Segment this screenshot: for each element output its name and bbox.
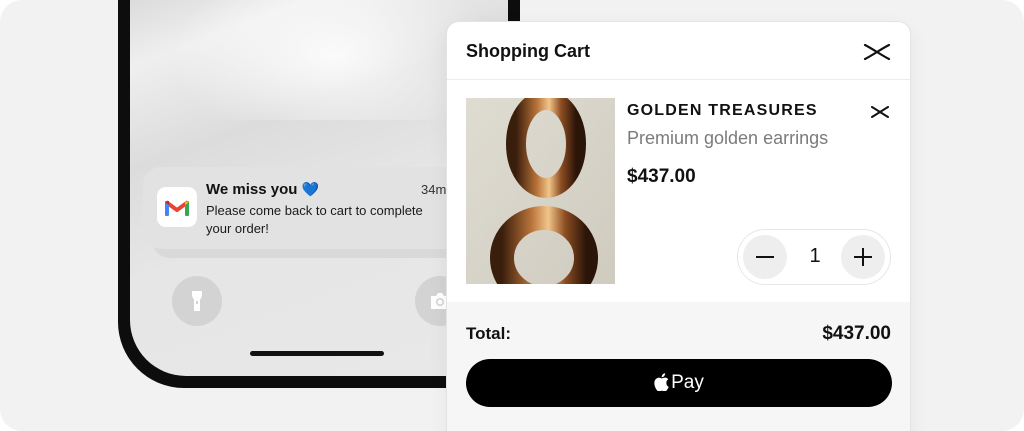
- push-notification[interactable]: We miss you 💙 34m Please come back to ca…: [143, 167, 473, 249]
- remove-item-button[interactable]: [870, 104, 890, 120]
- notification-body: Please come back to cart to complete you…: [206, 203, 423, 236]
- product-description: Premium golden earrings: [627, 128, 829, 148]
- cart-header: Shopping Cart: [447, 22, 910, 80]
- total-value: $437.00: [822, 323, 891, 344]
- gmail-icon: [157, 187, 197, 227]
- apple-logo-icon: [654, 372, 669, 391]
- quantity-stepper: 1: [737, 229, 891, 285]
- flashlight-button[interactable]: [172, 276, 222, 326]
- notification-title: We miss you 💙: [206, 181, 320, 198]
- remove-icon: [871, 106, 889, 118]
- flashlight-icon: [192, 291, 202, 311]
- cart-title: Shopping Cart: [466, 41, 590, 61]
- canvas: We miss you 💙 34m Please come back to ca…: [0, 0, 1024, 431]
- notification-time: 34m: [421, 182, 447, 197]
- product-image: [466, 98, 615, 284]
- minus-icon: [756, 256, 774, 258]
- close-button[interactable]: [862, 38, 892, 66]
- golden-earrings-photo: [466, 98, 615, 284]
- close-icon: [863, 43, 891, 61]
- product-price: $437.00: [627, 166, 696, 187]
- plus-icon: [854, 248, 872, 266]
- pay-label: Pay: [671, 372, 704, 393]
- total-label: Total:: [466, 324, 512, 343]
- home-indicator[interactable]: [250, 351, 384, 356]
- cart-footer: Total: $437.00 Pay: [447, 302, 910, 431]
- heart-emoji: 💙: [301, 181, 320, 197]
- quantity-value: 1: [809, 245, 821, 267]
- increase-quantity-button[interactable]: [841, 235, 885, 279]
- apple-pay-button[interactable]: Pay: [466, 359, 892, 407]
- product-name: GOLDEN TREASURES: [627, 102, 818, 119]
- shopping-cart-panel: Shopping Cart GOLDEN TREASURES Premium g…: [447, 22, 910, 431]
- decrease-quantity-button[interactable]: [743, 235, 787, 279]
